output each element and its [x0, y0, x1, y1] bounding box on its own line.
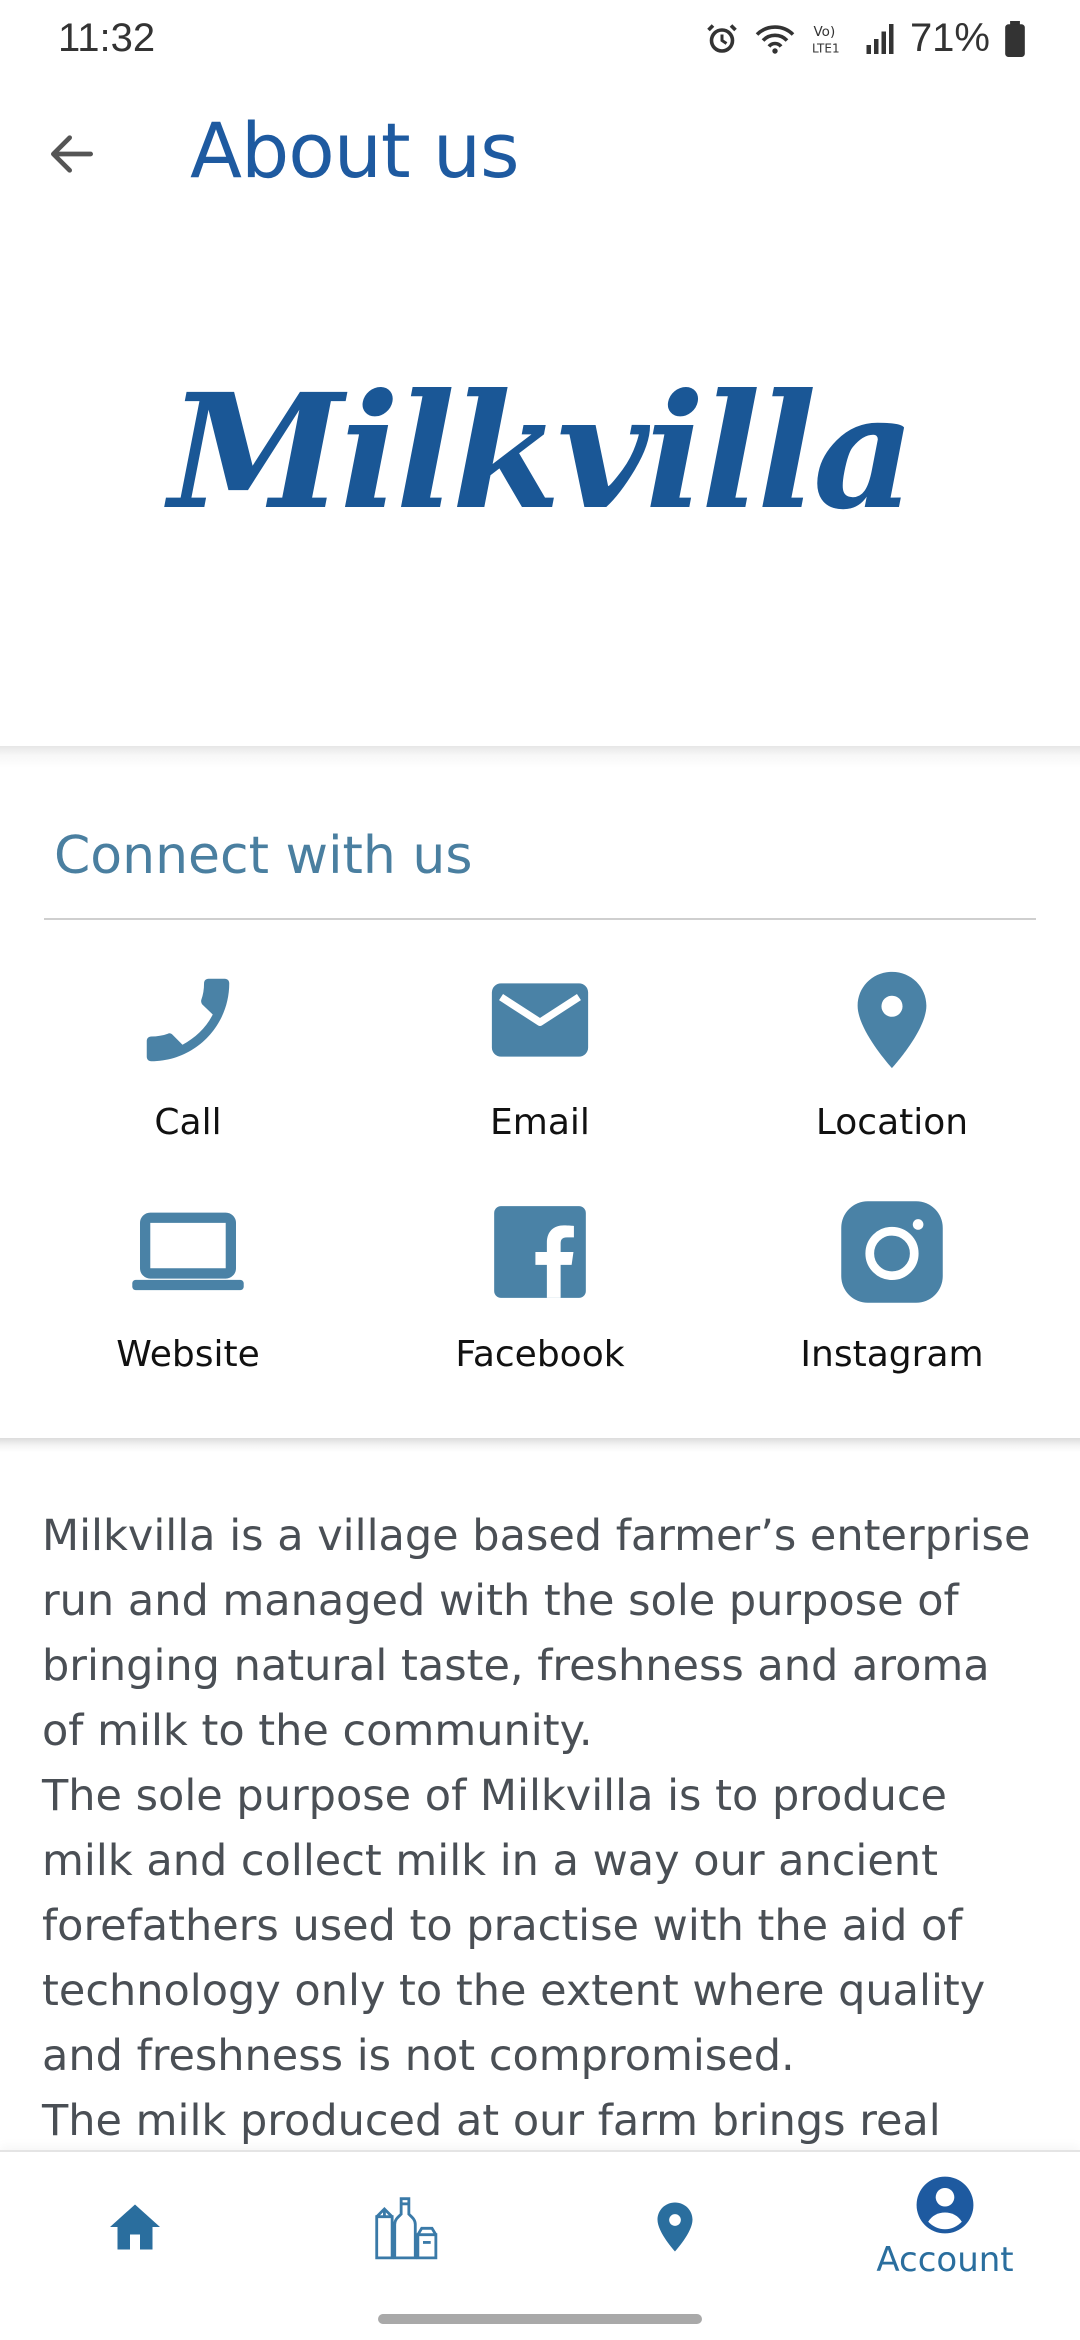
status-icons: Vo) LTE1 71% — [704, 16, 1026, 61]
facebook-button[interactable]: Facebook — [390, 1192, 690, 1402]
products-icon — [375, 2197, 438, 2260]
nav-account[interactable]: Account — [810, 2152, 1080, 2302]
map-pin-icon — [832, 960, 952, 1080]
battery-icon — [1004, 20, 1026, 57]
instagram-icon — [832, 1192, 952, 1312]
email-button[interactable]: Email — [390, 960, 690, 1170]
contact-label-website: Website — [116, 1334, 260, 1375]
location-button[interactable]: Location — [742, 960, 1042, 1170]
about-description: Milkvilla is a village based farmer’s en… — [42, 1504, 1042, 2154]
arrow-left-icon — [51, 135, 93, 173]
home-icon — [110, 2204, 160, 2250]
signal-icon — [864, 21, 896, 57]
page-title: About us — [190, 106, 520, 195]
volte-icon: Vo) LTE1 — [810, 21, 850, 57]
svg-text:Vo): Vo) — [813, 24, 835, 40]
nav-location[interactable] — [540, 2152, 810, 2302]
nav-account-label: Account — [876, 2240, 1014, 2280]
facebook-icon — [480, 1192, 600, 1312]
connect-divider — [44, 918, 1036, 920]
contact-label-instagram: Instagram — [800, 1334, 984, 1375]
about-paragraph: Milkvilla is a village based farmer’s en… — [42, 1511, 1031, 1756]
divider — [0, 746, 1080, 768]
nav-products[interactable] — [270, 2152, 540, 2302]
map-pin-icon — [657, 2202, 693, 2252]
wifi-icon — [754, 21, 796, 57]
battery-text: 71% — [909, 16, 990, 60]
app-bar: About us — [0, 84, 1080, 214]
milkvilla-logo: Milkvilla — [168, 360, 916, 545]
about-paragraph: The sole purpose of Milkvilla is to prod… — [42, 1771, 986, 2081]
about-us-screen: 11:32 Vo) LTE1 71% About us Milkvilla Co… — [0, 0, 1080, 2340]
contact-label-location: Location — [815, 1102, 969, 1143]
call-button[interactable]: Call — [38, 960, 338, 1170]
connect-title: Connect with us — [54, 826, 473, 886]
account-circle-icon — [916, 2176, 974, 2234]
about-paragraph: The milk produced at our farm brings rea… — [42, 2096, 941, 2146]
website-button[interactable]: Website — [38, 1192, 338, 1402]
home-indicator[interactable] — [378, 2314, 702, 2324]
laptop-icon — [128, 1192, 248, 1312]
back-button[interactable] — [32, 114, 112, 194]
status-bar: 11:32 Vo) LTE1 71% — [0, 0, 1080, 84]
divider — [0, 1438, 1080, 1452]
svg-text:LTE1: LTE1 — [812, 41, 840, 55]
contact-label-facebook: Facebook — [455, 1334, 625, 1375]
alarm-icon — [704, 21, 740, 57]
phone-icon — [128, 960, 248, 1080]
instagram-button[interactable]: Instagram — [742, 1192, 1042, 1402]
contact-label-email: Email — [490, 1102, 590, 1143]
mail-icon — [480, 960, 600, 1080]
bottom-navigation: Account — [0, 2150, 1080, 2340]
nav-home[interactable] — [0, 2152, 270, 2302]
status-time: 11:32 — [58, 16, 156, 60]
contact-label-call: Call — [154, 1102, 222, 1143]
